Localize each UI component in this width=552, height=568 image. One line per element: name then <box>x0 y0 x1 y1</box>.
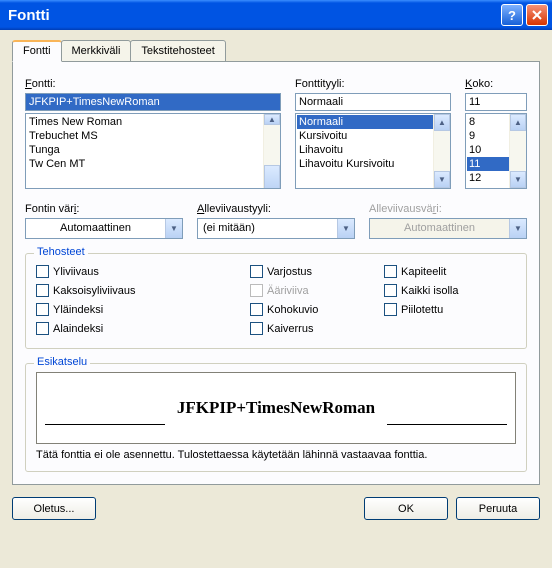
scroll-up-icon[interactable]: ▲ <box>264 114 280 125</box>
uline-color-combo: Automaattinen ▼ <box>369 218 527 239</box>
preview-text: JFKPIP+TimesNewRoman <box>177 398 375 418</box>
help-button[interactable]: ? <box>501 4 523 26</box>
checkbox[interactable] <box>384 265 397 278</box>
scrollbar[interactable]: ▲ ▼ <box>433 114 450 188</box>
ok-button[interactable]: OK <box>364 497 448 520</box>
checkbox[interactable] <box>36 322 49 335</box>
default-button[interactable]: Oletus... <box>12 497 96 520</box>
close-button[interactable] <box>526 4 548 26</box>
scroll-down-icon[interactable]: ▼ <box>434 171 450 188</box>
checkbox <box>250 284 263 297</box>
scroll-thumb[interactable] <box>264 165 280 189</box>
scrollbar[interactable]: ▲ ▼ <box>509 114 526 188</box>
list-item[interactable]: Tunga <box>27 143 279 157</box>
scroll-up-icon[interactable]: ▲ <box>510 114 526 131</box>
style-listbox[interactable]: Normaali Kursivoitu Lihavoitu Lihavoitu … <box>295 113 451 189</box>
list-item[interactable]: Trebuchet MS <box>27 129 279 143</box>
tab-tekstitehosteet[interactable]: Tekstitehosteet <box>130 40 225 62</box>
font-input[interactable] <box>25 93 281 111</box>
preview-box: JFKPIP+TimesNewRoman <box>36 372 516 444</box>
size-label: Koko: <box>465 78 527 90</box>
font-listbox[interactable]: Times New Roman Trebuchet MS Tunga Tw Ce… <box>25 113 281 189</box>
cancel-button[interactable]: Peruuta <box>456 497 540 520</box>
checkbox[interactable] <box>250 322 263 335</box>
list-item[interactable]: Lihavoitu Kursivoitu <box>297 157 449 171</box>
effects-title: Tehosteet <box>34 246 88 258</box>
chevron-down-icon: ▼ <box>509 219 526 238</box>
uline-style-label: Alleviivaustyyli: <box>197 203 355 215</box>
list-item[interactable]: Kursivoitu <box>297 129 449 143</box>
size-input[interactable] <box>465 93 527 111</box>
uline-color-label: Alleviivausväri: <box>369 203 527 215</box>
checkbox[interactable] <box>36 284 49 297</box>
preview-group: Esikatselu JFKPIP+TimesNewRoman Tätä fon… <box>25 363 527 472</box>
list-item[interactable]: Tw Cen MT <box>27 157 279 171</box>
preview-title: Esikatselu <box>34 356 90 368</box>
checkbox[interactable] <box>250 303 263 316</box>
list-item[interactable]: Times New Roman <box>27 115 279 129</box>
window-title: Fontti <box>8 7 501 24</box>
checkbox[interactable] <box>384 284 397 297</box>
titlebar: Fontti ? <box>0 0 552 30</box>
chevron-down-icon[interactable]: ▼ <box>337 219 354 238</box>
style-input[interactable] <box>295 93 451 111</box>
tab-fontti[interactable]: Fontti <box>12 40 62 62</box>
color-combo[interactable]: Automaattinen ▼ <box>25 218 183 239</box>
uline-style-combo[interactable]: (ei mitään) ▼ <box>197 218 355 239</box>
list-item[interactable]: Lihavoitu <box>297 143 449 157</box>
checkbox[interactable] <box>250 265 263 278</box>
style-label: Fonttityyli: <box>295 78 451 90</box>
list-item[interactable]: Normaali <box>297 115 449 129</box>
checkbox[interactable] <box>36 303 49 316</box>
tab-strip: Fontti Merkkiväli Tekstitehosteet <box>12 40 540 62</box>
color-label: Fontin väri: <box>25 203 183 215</box>
effects-group: Tehosteet Yliviivaus Kaksoisyliviivaus Y… <box>25 253 527 349</box>
font-label: Fontti: <box>25 78 281 90</box>
chevron-down-icon[interactable]: ▼ <box>165 219 182 238</box>
size-listbox[interactable]: 8 9 10 11 12 ▲ ▼ <box>465 113 527 189</box>
preview-note: Tätä fonttia ei ole asennettu. Tulostett… <box>36 449 516 461</box>
scrollbar[interactable]: ▲ ▼ <box>263 114 280 188</box>
scroll-up-icon[interactable]: ▲ <box>434 114 450 131</box>
checkbox[interactable] <box>384 303 397 316</box>
tab-merkkivali[interactable]: Merkkiväli <box>61 40 132 62</box>
scroll-down-icon[interactable]: ▼ <box>510 171 526 188</box>
checkbox[interactable] <box>36 265 49 278</box>
